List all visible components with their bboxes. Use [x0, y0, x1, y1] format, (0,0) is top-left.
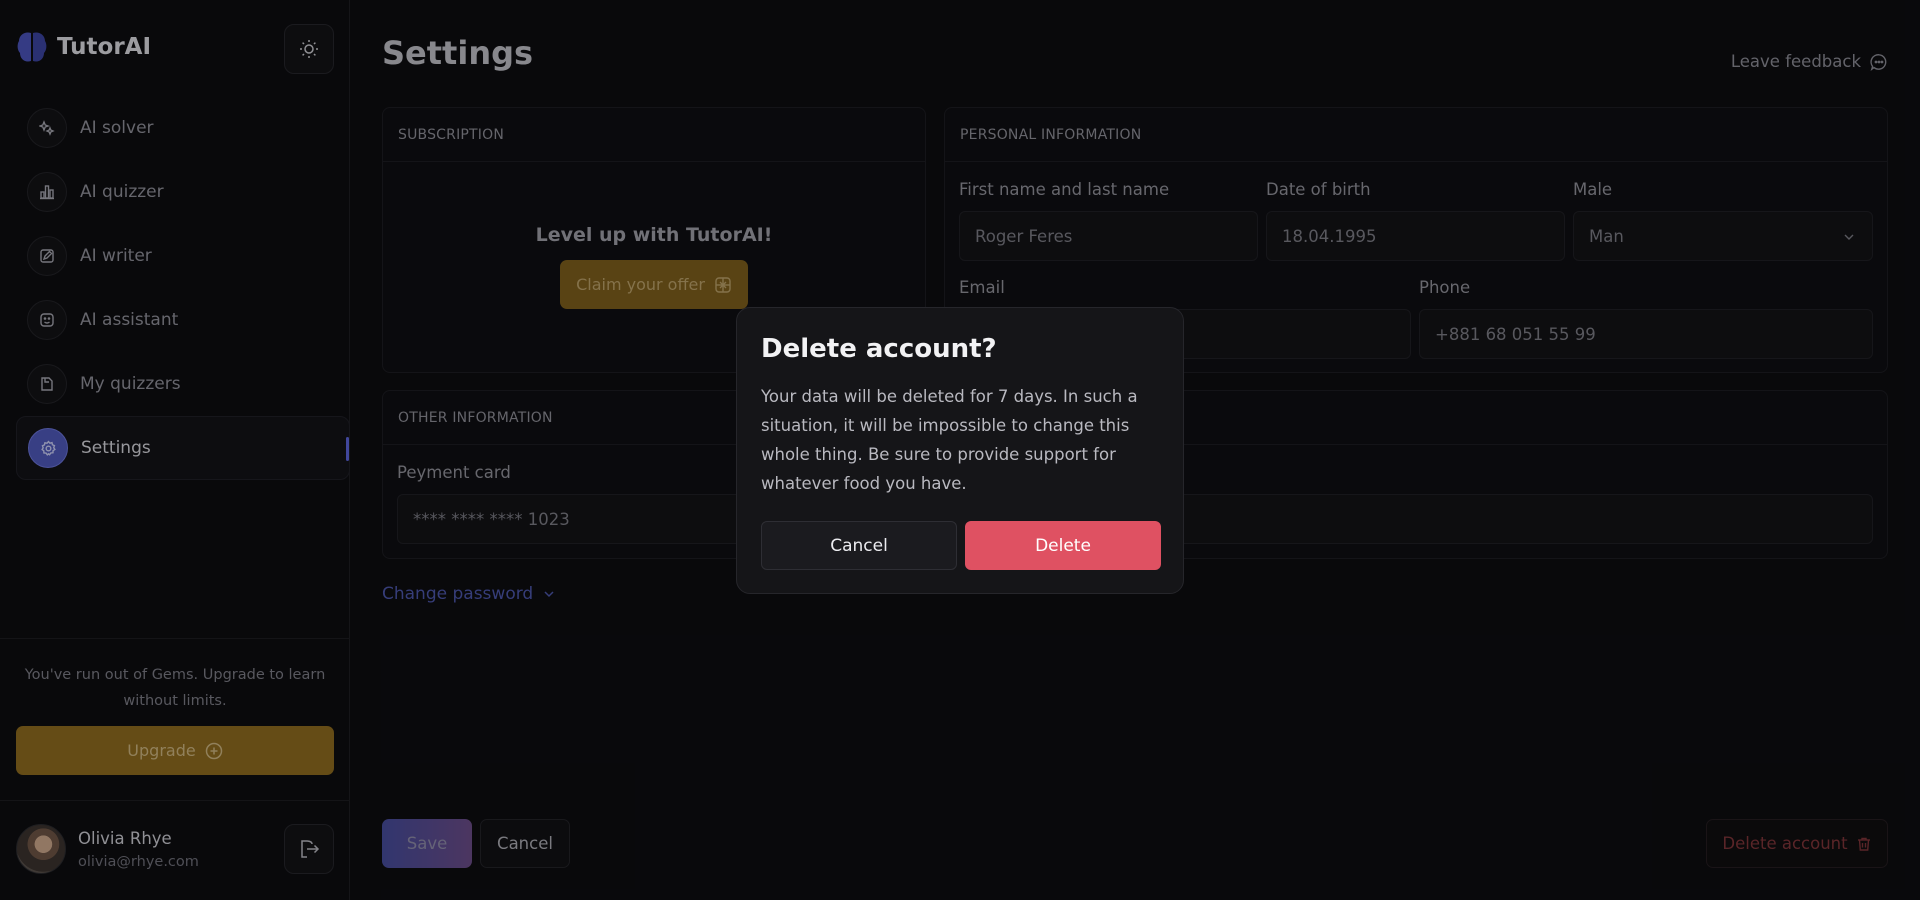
dialog-title: Delete account?: [761, 334, 997, 364]
dialog-delete-button[interactable]: Delete: [965, 521, 1161, 570]
delete-account-dialog: Delete account? Your data will be delete…: [736, 307, 1184, 594]
dialog-message: Your data will be deleted for 7 days. In…: [761, 387, 1138, 493]
dialog-cancel-button[interactable]: Cancel: [761, 521, 957, 570]
